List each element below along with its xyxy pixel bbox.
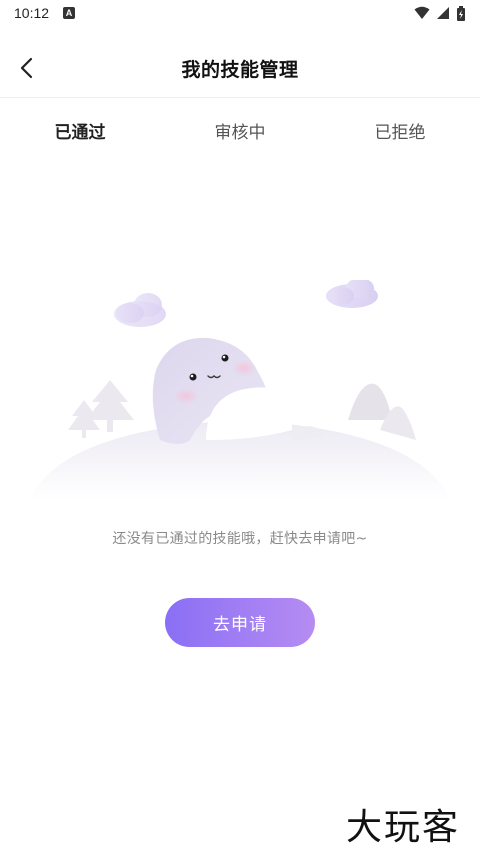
cloud-left [114,293,166,327]
back-button[interactable] [6,48,46,88]
status-time: 10:12 [14,5,50,21]
signal-icon [437,7,449,19]
tab-reviewing[interactable]: 审核中 [160,110,320,150]
cloud-right [326,280,378,308]
tab-approved[interactable]: 已通过 [0,110,160,150]
app-header: 我的技能管理 [0,40,480,98]
chevron-left-icon [20,57,33,79]
status-bar: 10:12 A [0,0,480,26]
status-tabs: 已通过 审核中 已拒绝 [0,110,480,150]
tree-icon [68,380,134,438]
wifi-icon [414,6,430,19]
mountain-icon [348,383,416,440]
battery-icon [457,5,465,21]
ghost-illustration [30,280,450,500]
apply-button[interactable]: 去申请 [165,598,315,647]
status-left: 10:12 A [14,5,76,21]
tab-rejected[interactable]: 已拒绝 [320,110,480,150]
watermark-logo: 大玩客 [330,797,476,851]
status-right [414,5,466,21]
empty-state-message: 还没有已通过的技能哦，赶快去申请吧~ [112,531,368,547]
app-notification-icon: A [63,7,76,19]
page-title: 我的技能管理 [181,59,299,81]
